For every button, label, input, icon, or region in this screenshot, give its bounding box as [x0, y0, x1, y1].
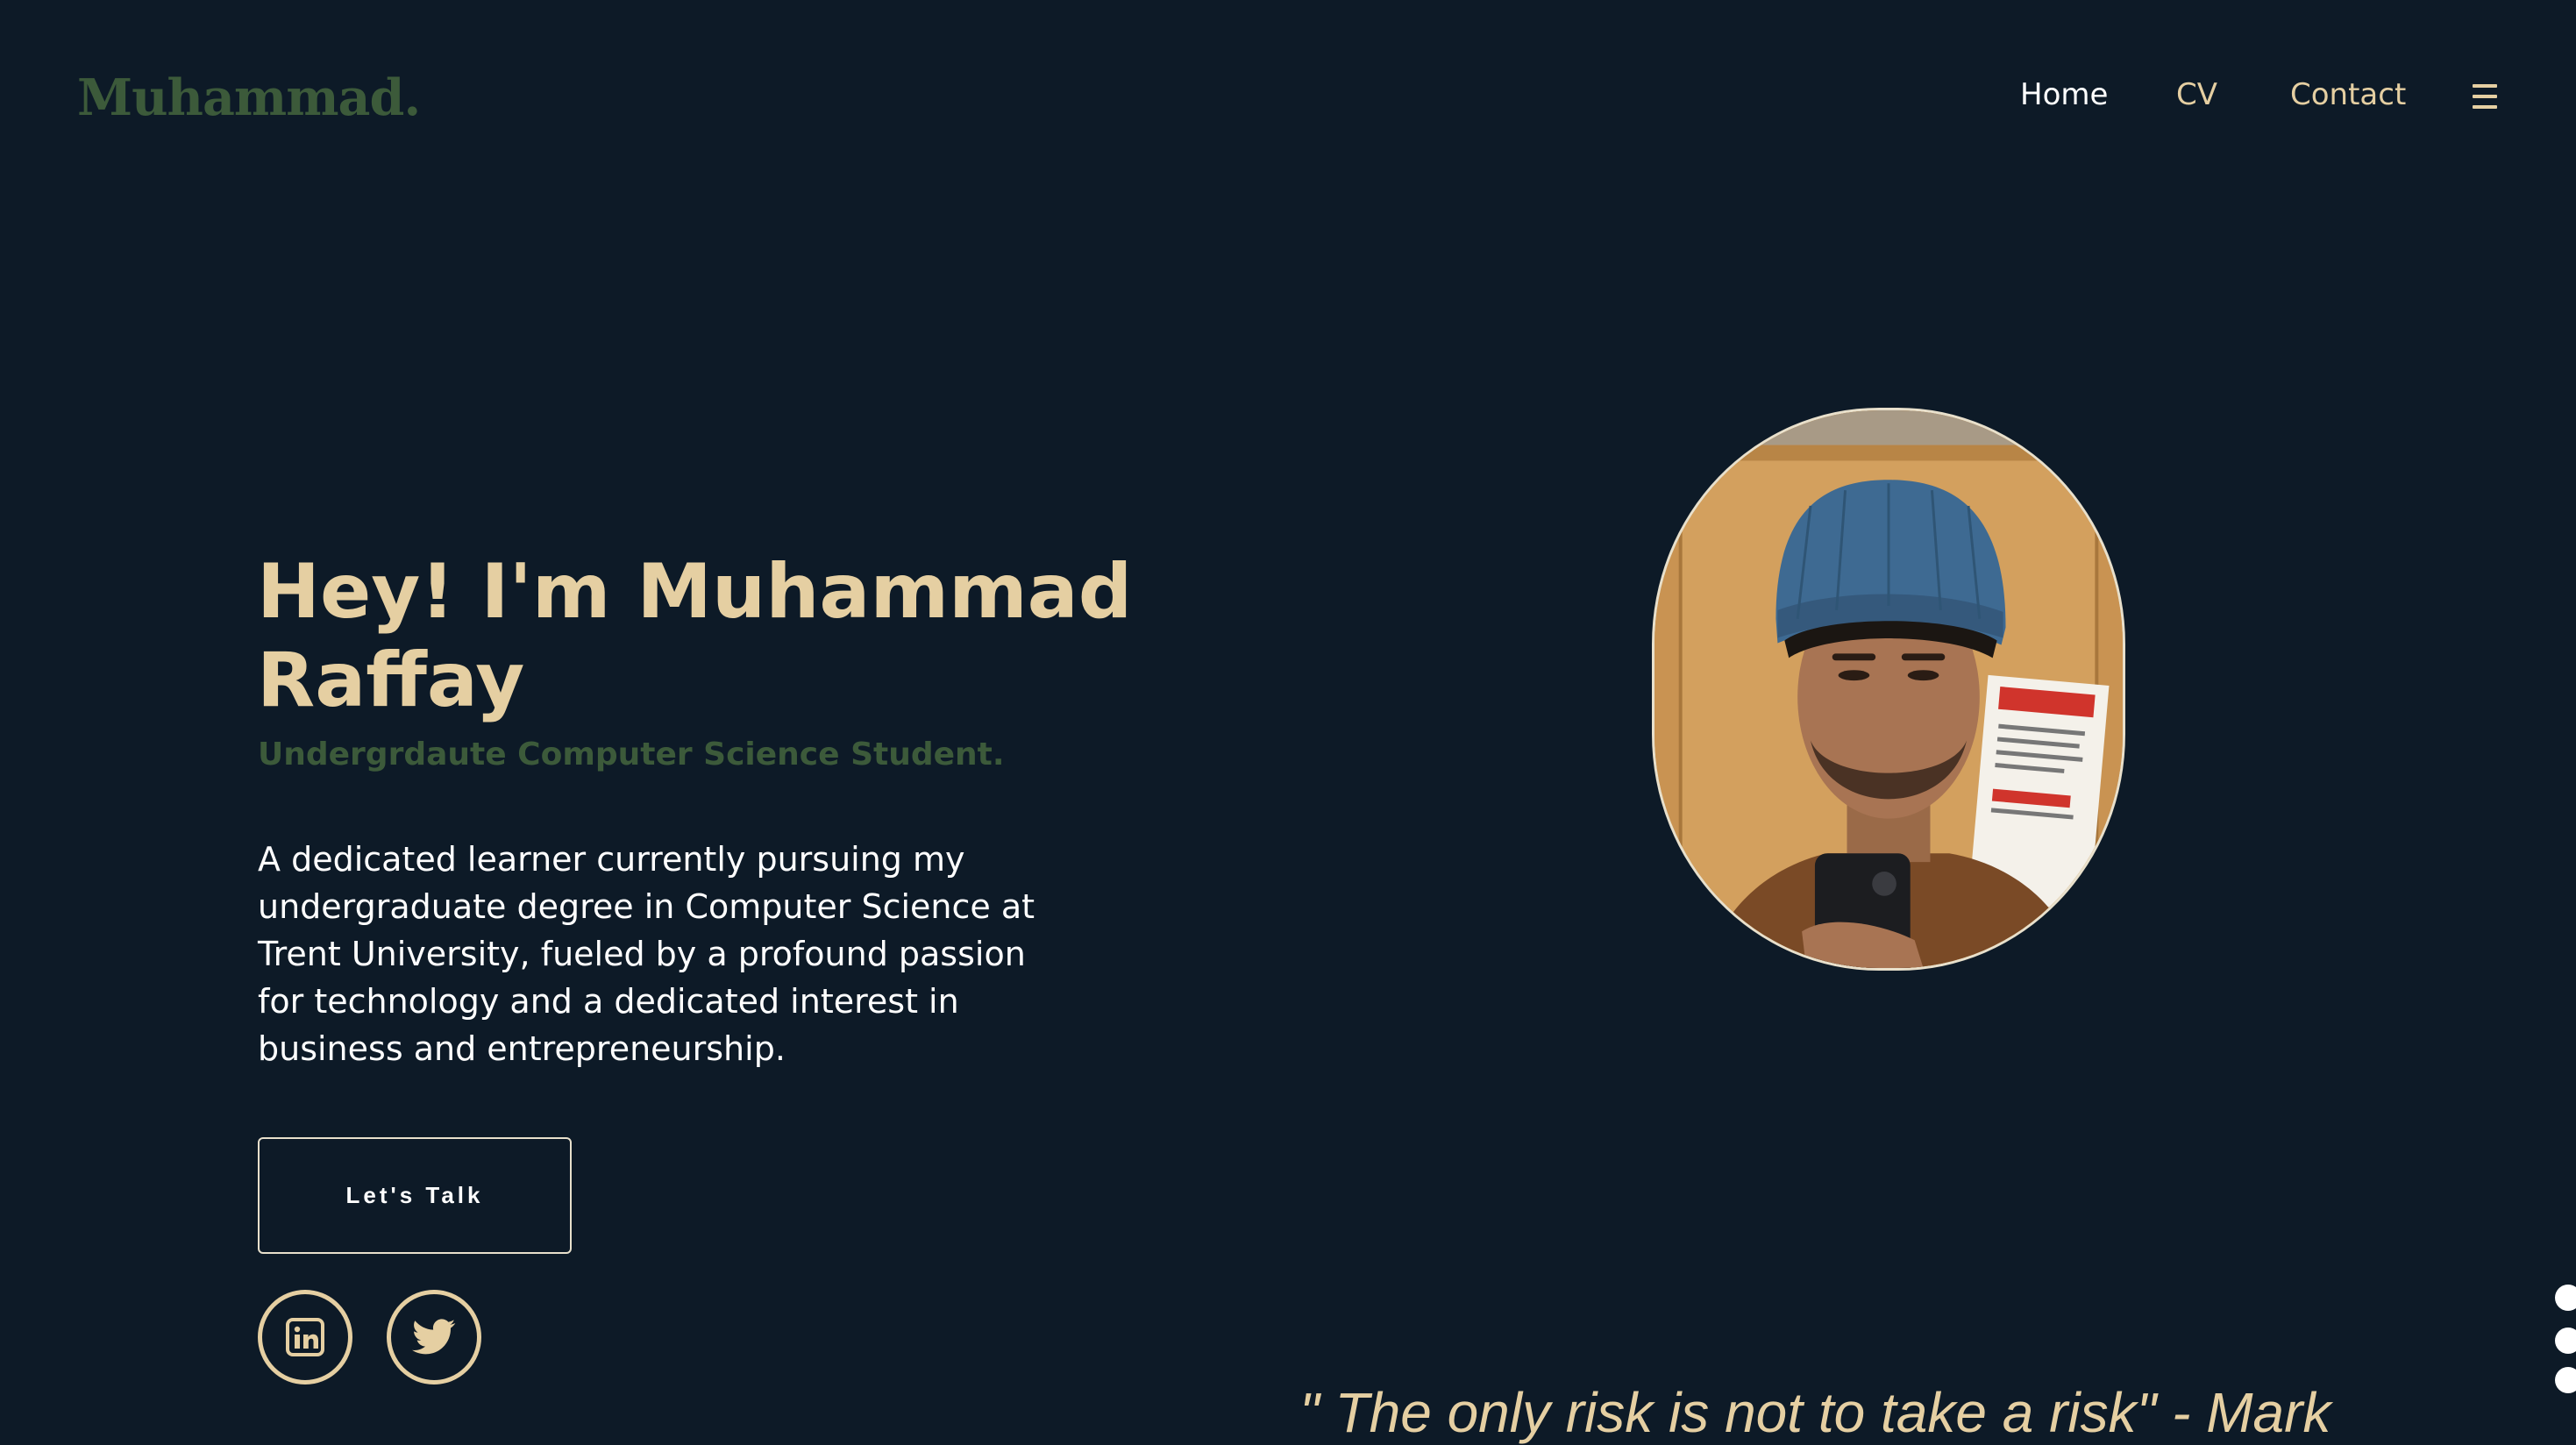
slide-dot-3[interactable] — [2555, 1367, 2576, 1393]
twitter-icon — [412, 1319, 456, 1355]
profile-photo-image — [1654, 410, 2123, 968]
lets-talk-button[interactable]: Let's Talk — [258, 1137, 572, 1254]
hero-subtitle: Undergrdaute Computer Science Student. — [258, 737, 1005, 772]
nav-link-contact[interactable]: Contact — [2290, 77, 2406, 117]
linkedin-link[interactable] — [258, 1290, 352, 1384]
brand-logo-text[interactable]: Muhammad. — [77, 68, 421, 127]
hero-bio: A dedicated learner currently pursuing m… — [258, 840, 1035, 1068]
profile-photo — [1652, 408, 2125, 971]
slide-dot-2[interactable] — [2555, 1328, 2576, 1354]
nav-link-cv[interactable]: CV — [2176, 77, 2217, 117]
twitter-link[interactable] — [387, 1290, 481, 1384]
nav-link-home[interactable]: Home — [2020, 77, 2108, 117]
hamburger-menu-icon[interactable] — [2473, 84, 2504, 110]
linkedin-icon — [286, 1318, 324, 1356]
slide-dot-1[interactable] — [2555, 1285, 2576, 1311]
hero-title: Hey! I'm Muhammad Raffay — [257, 548, 1133, 724]
quote-text: " The only risk is not to take a risk" -… — [1299, 1381, 2331, 1444]
